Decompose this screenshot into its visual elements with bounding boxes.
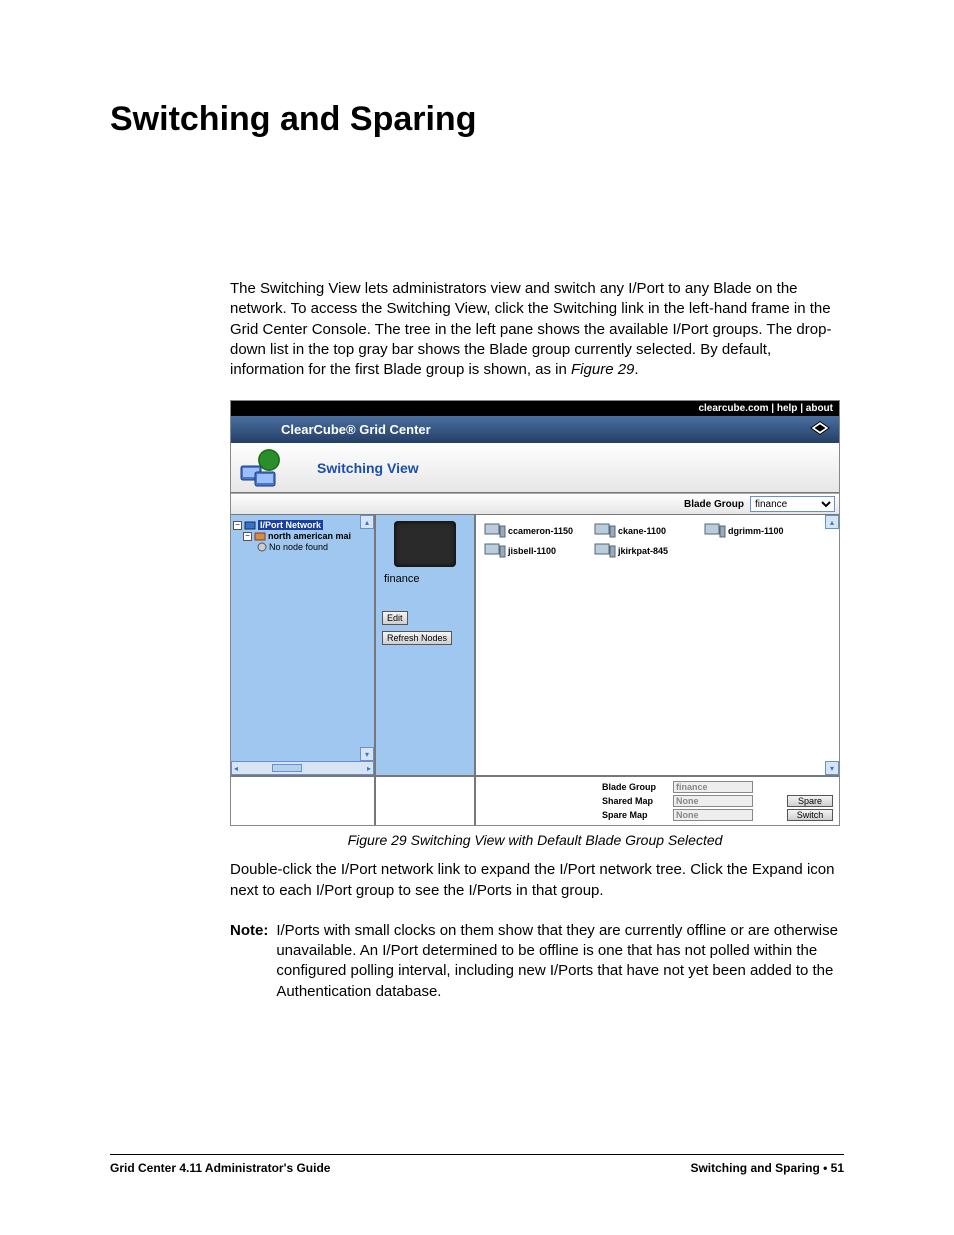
scroll-down-icon[interactable]: ▾ xyxy=(360,747,374,761)
brand-logo-icon xyxy=(809,420,831,436)
note-body: I/Ports with small clocks on them show t… xyxy=(276,921,844,1002)
shared-map-value: None xyxy=(673,795,753,807)
tree-child-node[interactable]: − north american mai xyxy=(233,531,372,541)
blade-chassis-icon xyxy=(394,521,456,567)
group-name: finance xyxy=(384,573,419,585)
brand-bar: ClearCube® Grid Center xyxy=(231,416,839,443)
node-item[interactable]: jkirkpat-845 xyxy=(594,543,694,559)
intro-paragraph: The Switching View lets administrators v… xyxy=(230,279,844,380)
collapse-icon[interactable]: − xyxy=(233,521,242,530)
scroll-down-icon[interactable]: ▾ xyxy=(825,761,839,775)
node-label: ckane-1100 xyxy=(618,526,666,536)
footer-left: Grid Center 4.11 Administrator's Guide xyxy=(110,1161,330,1175)
switch-button[interactable]: Switch xyxy=(787,809,833,821)
computer-icon xyxy=(484,543,506,559)
network-icon xyxy=(244,520,256,530)
scroll-up-icon[interactable]: ▴ xyxy=(360,515,374,529)
bottom-blade-group-value: finance xyxy=(673,781,753,793)
computer-icon xyxy=(594,523,616,539)
node-item[interactable]: ccameron-1150 xyxy=(484,523,584,539)
view-title: Switching View xyxy=(317,460,419,476)
node-label: jisbell-1100 xyxy=(508,546,556,556)
bottom-bar: Blade Group finance Shared Map None Spar… xyxy=(231,775,839,825)
intro-text: The Switching View lets administrators v… xyxy=(230,280,831,378)
globe-monitors-icon xyxy=(237,446,287,490)
node-label: dgrimm-1100 xyxy=(728,526,784,536)
top-link-bar[interactable]: clearcube.com | help | about xyxy=(231,401,839,416)
page-title: Switching and Sparing xyxy=(110,100,844,139)
spare-map-value: None xyxy=(673,809,753,821)
node-label: jkirkpat-845 xyxy=(618,546,668,556)
view-header: Switching View xyxy=(231,443,839,493)
spare-button[interactable]: Spare xyxy=(787,795,833,807)
group-pane: finance Edit Refresh Nodes xyxy=(376,515,476,775)
horizontal-scrollbar[interactable]: ◂ ▸ xyxy=(231,761,374,775)
leaf-icon xyxy=(257,542,267,552)
computer-icon xyxy=(594,543,616,559)
tree-leaf-node[interactable]: No node found xyxy=(233,542,372,552)
refresh-nodes-button[interactable]: Refresh Nodes xyxy=(382,631,452,645)
node-label: ccameron-1150 xyxy=(508,526,573,536)
nodes-pane[interactable]: ▴ ccameron-1150 ckane-1100 dgrimm-1100 xyxy=(476,515,839,775)
intro-tail: . xyxy=(634,361,638,378)
edit-button[interactable]: Edit xyxy=(382,611,408,625)
tree-child-label: north american mai xyxy=(268,531,351,541)
blade-group-select[interactable]: finance xyxy=(750,496,835,512)
scroll-thumb[interactable] xyxy=(272,764,302,772)
computer-icon xyxy=(704,523,726,539)
group-icon xyxy=(254,531,266,541)
note-block: Note: I/Ports with small clocks on them … xyxy=(230,921,844,1002)
note-label: Note: xyxy=(230,921,268,1002)
node-item[interactable]: jisbell-1100 xyxy=(484,543,584,559)
shared-map-label: Shared Map xyxy=(602,796,673,806)
scroll-up-icon[interactable]: ▴ xyxy=(825,515,839,529)
tree-root-node[interactable]: − I/Port Network xyxy=(233,520,372,530)
computer-icon xyxy=(484,523,506,539)
node-item[interactable]: dgrimm-1100 xyxy=(704,523,804,539)
paragraph-2: Double-click the I/Port network link to … xyxy=(230,860,844,901)
brand-text: ClearCube® Grid Center xyxy=(281,422,431,437)
page-footer: Grid Center 4.11 Administrator's Guide S… xyxy=(110,1154,844,1175)
tree-root-label: I/Port Network xyxy=(258,520,323,530)
spare-map-label: Spare Map xyxy=(602,810,673,820)
tree-pane[interactable]: ▴ − I/Port Network − north american mai … xyxy=(231,515,376,775)
figure-reference: Figure 29 xyxy=(571,361,634,378)
tree-leaf-label: No node found xyxy=(269,542,328,552)
figure-caption: Figure 29 Switching View with Default Bl… xyxy=(230,832,840,848)
scroll-left-icon[interactable]: ◂ xyxy=(234,764,238,773)
footer-right: Switching and Sparing • 51 xyxy=(690,1161,844,1175)
blade-group-label: Blade Group xyxy=(684,499,744,510)
screenshot-figure: clearcube.com | help | about ClearCube® … xyxy=(230,400,840,826)
collapse-icon[interactable]: − xyxy=(243,532,252,541)
blade-group-bar: Blade Group finance xyxy=(231,493,839,515)
bottom-blade-group-label: Blade Group xyxy=(602,782,673,792)
node-item[interactable]: ckane-1100 xyxy=(594,523,694,539)
scroll-right-icon[interactable]: ▸ xyxy=(367,764,371,773)
